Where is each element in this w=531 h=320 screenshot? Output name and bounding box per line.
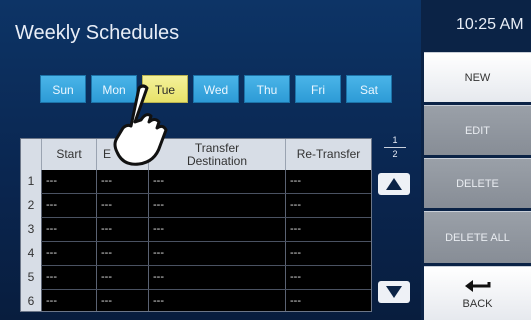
cell-destination: --- xyxy=(148,290,285,311)
clock: 10:25 AM xyxy=(456,16,524,33)
scroll-down-button[interactable] xyxy=(378,281,410,303)
triangle-up-icon xyxy=(386,178,402,190)
table-row[interactable]: 2 --- --- --- --- xyxy=(21,194,371,218)
cell-start: --- xyxy=(41,170,96,193)
row-number: 2 xyxy=(27,198,35,212)
row-number: 4 xyxy=(27,246,35,260)
cell-start: --- xyxy=(41,242,96,265)
cell-re-transfer: --- xyxy=(285,218,371,241)
cell-end: --- xyxy=(96,242,148,265)
table-row[interactable]: 6 --- --- --- --- xyxy=(21,290,371,311)
row-number: 6 xyxy=(27,294,35,308)
delete-button[interactable]: DELETE xyxy=(424,158,531,208)
cell-re-transfer: --- xyxy=(285,266,371,289)
cell-start: --- xyxy=(41,194,96,217)
cell-end: --- xyxy=(96,194,148,217)
cell-end: --- xyxy=(96,266,148,289)
table-scroll-controls: 1 2 xyxy=(374,135,414,315)
cell-destination: --- xyxy=(148,218,285,241)
table-row[interactable]: 5 --- --- --- --- xyxy=(21,266,371,290)
day-tab-sun[interactable]: Sun xyxy=(40,75,86,103)
back-button[interactable]: BACK xyxy=(424,266,531,320)
table-row[interactable]: 1 --- --- --- --- xyxy=(21,170,371,194)
cell-start: --- xyxy=(41,266,96,289)
main-panel: Weekly Schedules Sun Mon Tue Wed Thu Fri… xyxy=(0,0,421,320)
day-tab-thu[interactable]: Thu xyxy=(244,75,290,103)
row-number: 1 xyxy=(27,174,35,188)
row-number: 5 xyxy=(27,270,35,284)
table-row[interactable]: 3 --- --- --- --- xyxy=(21,218,371,242)
table-row[interactable]: 4 --- --- --- --- xyxy=(21,242,371,266)
cell-re-transfer: --- xyxy=(285,242,371,265)
schedule-table: Start E Transfer Destination Re-Transfer… xyxy=(20,138,372,312)
cell-destination: --- xyxy=(148,266,285,289)
cell-end: --- xyxy=(96,290,148,311)
edit-button[interactable]: EDIT xyxy=(424,105,531,155)
cell-re-transfer: --- xyxy=(285,194,371,217)
day-tab-fri[interactable]: Fri xyxy=(295,75,341,103)
back-button-label: BACK xyxy=(462,297,493,310)
cell-re-transfer: --- xyxy=(285,170,371,193)
day-tab-sat[interactable]: Sat xyxy=(346,75,392,103)
page-divider xyxy=(384,147,406,148)
day-tab-wed[interactable]: Wed xyxy=(193,75,239,103)
cell-destination: --- xyxy=(148,242,285,265)
triangle-down-icon xyxy=(386,286,402,298)
table-header: Start E Transfer Destination Re-Transfer xyxy=(21,139,371,170)
new-button[interactable]: NEW xyxy=(424,52,531,102)
page-total: 2 xyxy=(392,149,398,159)
page-current: 1 xyxy=(392,135,398,145)
cell-start: --- xyxy=(41,218,96,241)
cell-start: --- xyxy=(41,290,96,311)
column-header-start: Start xyxy=(41,139,96,170)
cell-destination: --- xyxy=(148,194,285,217)
cell-end: --- xyxy=(96,170,148,193)
cell-re-transfer: --- xyxy=(285,290,371,311)
page-title: Weekly Schedules xyxy=(15,22,180,44)
scroll-up-button[interactable] xyxy=(378,173,410,195)
cell-destination: --- xyxy=(148,170,285,193)
row-number: 3 xyxy=(27,222,35,236)
cell-end: --- xyxy=(96,218,148,241)
return-arrow-icon xyxy=(464,279,490,292)
column-header-re-transfer: Re-Transfer xyxy=(285,139,371,170)
delete-all-button[interactable]: DELETE ALL xyxy=(424,211,531,263)
pointing-hand-icon xyxy=(113,84,168,166)
